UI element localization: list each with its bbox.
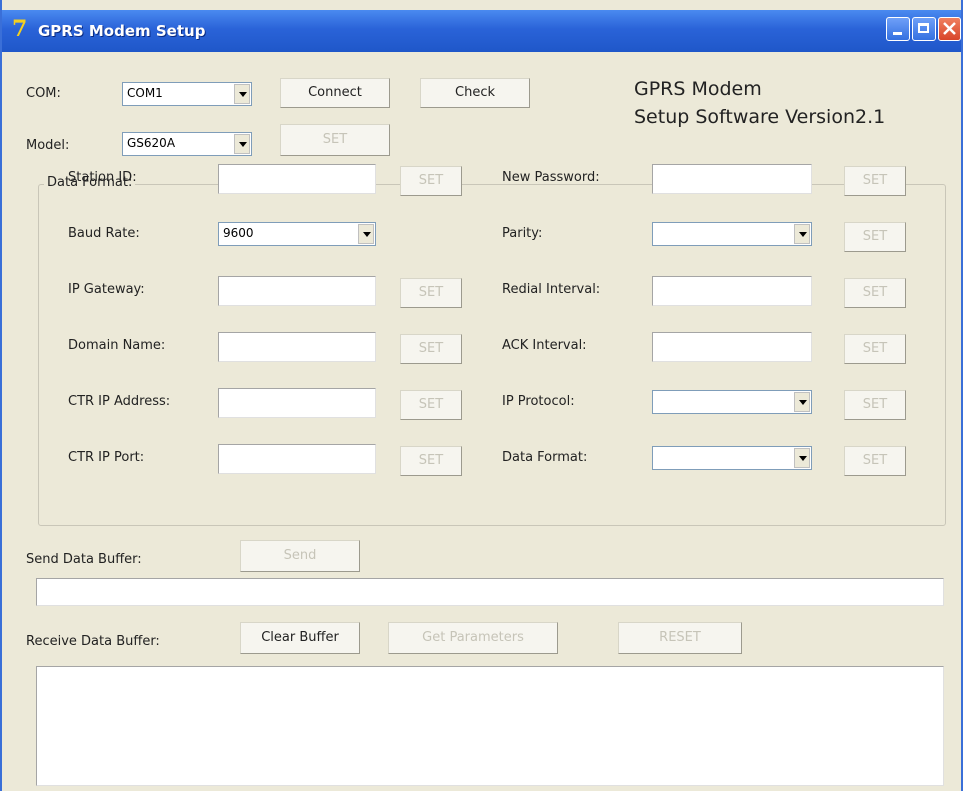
- chevron-down-icon[interactable]: [234, 134, 250, 154]
- app-window: 7 GPRS Modem Setup COM: COM1 Connect Che…: [0, 0, 963, 791]
- redial-interval-set-button[interactable]: SET: [844, 278, 906, 308]
- station-id-label: Station ID:: [68, 170, 137, 185]
- send-buffer-label: Send Data Buffer:: [26, 552, 142, 567]
- parity-set-button[interactable]: SET: [844, 222, 906, 252]
- ctr-ip-port-set-button[interactable]: SET: [400, 446, 462, 476]
- parity-select[interactable]: [652, 222, 812, 246]
- ip-protocol-label: IP Protocol:: [502, 394, 575, 409]
- send-button[interactable]: Send: [240, 540, 360, 572]
- clear-buffer-button[interactable]: Clear Buffer: [240, 622, 360, 654]
- maximize-icon: [918, 23, 929, 33]
- com-label: COM:: [26, 86, 61, 101]
- data-format-set-button[interactable]: SET: [844, 446, 906, 476]
- parity-set-button-label: SET: [862, 229, 888, 244]
- ctr-ip-address-input[interactable]: [218, 388, 376, 418]
- ctr-ip-address-set-button-label: SET: [418, 397, 444, 412]
- app-logo-icon: 7: [12, 16, 28, 42]
- chevron-down-icon[interactable]: [794, 392, 810, 412]
- reset-button[interactable]: RESET: [618, 622, 742, 654]
- check-button[interactable]: Check: [420, 78, 530, 108]
- model-select[interactable]: GS620A: [122, 132, 252, 156]
- ack-interval-set-button-label: SET: [862, 341, 888, 356]
- new-password-input[interactable]: [652, 164, 812, 194]
- data-format-select[interactable]: [652, 446, 812, 470]
- ack-interval-input[interactable]: [652, 332, 812, 362]
- data-format-label: Data Format:: [502, 450, 588, 465]
- baud-rate-select[interactable]: 9600: [218, 222, 376, 246]
- send-data-buffer-field[interactable]: [36, 578, 944, 606]
- domain-name-set-button-label: SET: [418, 341, 444, 356]
- ack-interval-label: ACK Interval:: [502, 338, 587, 353]
- model-set-button-label: SET: [322, 132, 348, 147]
- software-title-line1: GPRS Modem: [634, 78, 762, 100]
- ctr-ip-address-label: CTR IP Address:: [68, 394, 171, 409]
- receive-buffer-label: Receive Data Buffer:: [26, 634, 160, 649]
- model-set-button[interactable]: SET: [280, 124, 390, 156]
- redial-interval-input[interactable]: [652, 276, 812, 306]
- com-select[interactable]: COM1: [122, 82, 252, 106]
- chevron-down-icon[interactable]: [358, 224, 374, 244]
- model-select-value: GS620A: [127, 136, 176, 150]
- parity-label: Parity:: [502, 226, 543, 241]
- station-id-set-button[interactable]: SET: [400, 166, 462, 196]
- new-password-set-button-label: SET: [862, 173, 888, 188]
- minimize-button[interactable]: [886, 17, 910, 41]
- get-parameters-button[interactable]: Get Parameters: [388, 622, 558, 654]
- new-password-set-button[interactable]: SET: [844, 166, 906, 196]
- ip-protocol-set-button[interactable]: SET: [844, 390, 906, 420]
- connect-button-label: Connect: [308, 85, 362, 100]
- chevron-down-icon[interactable]: [794, 448, 810, 468]
- station-id-input[interactable]: [218, 164, 376, 194]
- baud-rate-label: Baud Rate:: [68, 226, 140, 241]
- close-icon: [943, 22, 956, 35]
- station-id-set-button-label: SET: [418, 173, 444, 188]
- com-select-value: COM1: [127, 86, 163, 100]
- send-button-label: Send: [283, 548, 317, 563]
- check-button-label: Check: [455, 85, 495, 100]
- chevron-down-icon[interactable]: [794, 224, 810, 244]
- maximize-button[interactable]: [912, 17, 936, 41]
- redial-interval-set-button-label: SET: [862, 285, 888, 300]
- model-label: Model:: [26, 138, 70, 153]
- domain-name-input[interactable]: [218, 332, 376, 362]
- window-title: GPRS Modem Setup: [38, 22, 206, 40]
- receive-data-buffer-area[interactable]: [36, 666, 944, 786]
- title-bar[interactable]: 7 GPRS Modem Setup: [2, 10, 961, 52]
- software-title-line2: Setup Software Version2.1: [634, 106, 886, 128]
- ctr-ip-address-set-button[interactable]: SET: [400, 390, 462, 420]
- ip-gateway-input[interactable]: [218, 276, 376, 306]
- ip-gateway-set-button-label: SET: [418, 285, 444, 300]
- new-password-label: New Password:: [502, 170, 600, 185]
- domain-name-label: Domain Name:: [68, 338, 166, 353]
- ip-gateway-set-button[interactable]: SET: [400, 278, 462, 308]
- ctr-ip-port-label: CTR IP Port:: [68, 450, 145, 465]
- connect-button[interactable]: Connect: [280, 78, 390, 108]
- ip-protocol-select[interactable]: [652, 390, 812, 414]
- reset-button-label: RESET: [659, 630, 701, 645]
- baud-rate-select-value: 9600: [223, 226, 254, 240]
- ip-gateway-label: IP Gateway:: [68, 282, 145, 297]
- window-client-area: COM: COM1 Connect Check GPRS Modem Setup…: [2, 52, 961, 791]
- get-parameters-button-label: Get Parameters: [422, 630, 524, 645]
- ip-protocol-set-button-label: SET: [862, 397, 888, 412]
- ctr-ip-port-input[interactable]: [218, 444, 376, 474]
- minimize-icon: [893, 32, 902, 35]
- chevron-down-icon[interactable]: [234, 84, 250, 104]
- ctr-ip-port-set-button-label: SET: [418, 453, 444, 468]
- clear-buffer-button-label: Clear Buffer: [261, 630, 339, 645]
- redial-interval-label: Redial Interval:: [502, 282, 601, 297]
- close-button[interactable]: [938, 17, 961, 41]
- domain-name-set-button[interactable]: SET: [400, 334, 462, 364]
- ack-interval-set-button[interactable]: SET: [844, 334, 906, 364]
- data-format-set-button-label: SET: [862, 453, 888, 468]
